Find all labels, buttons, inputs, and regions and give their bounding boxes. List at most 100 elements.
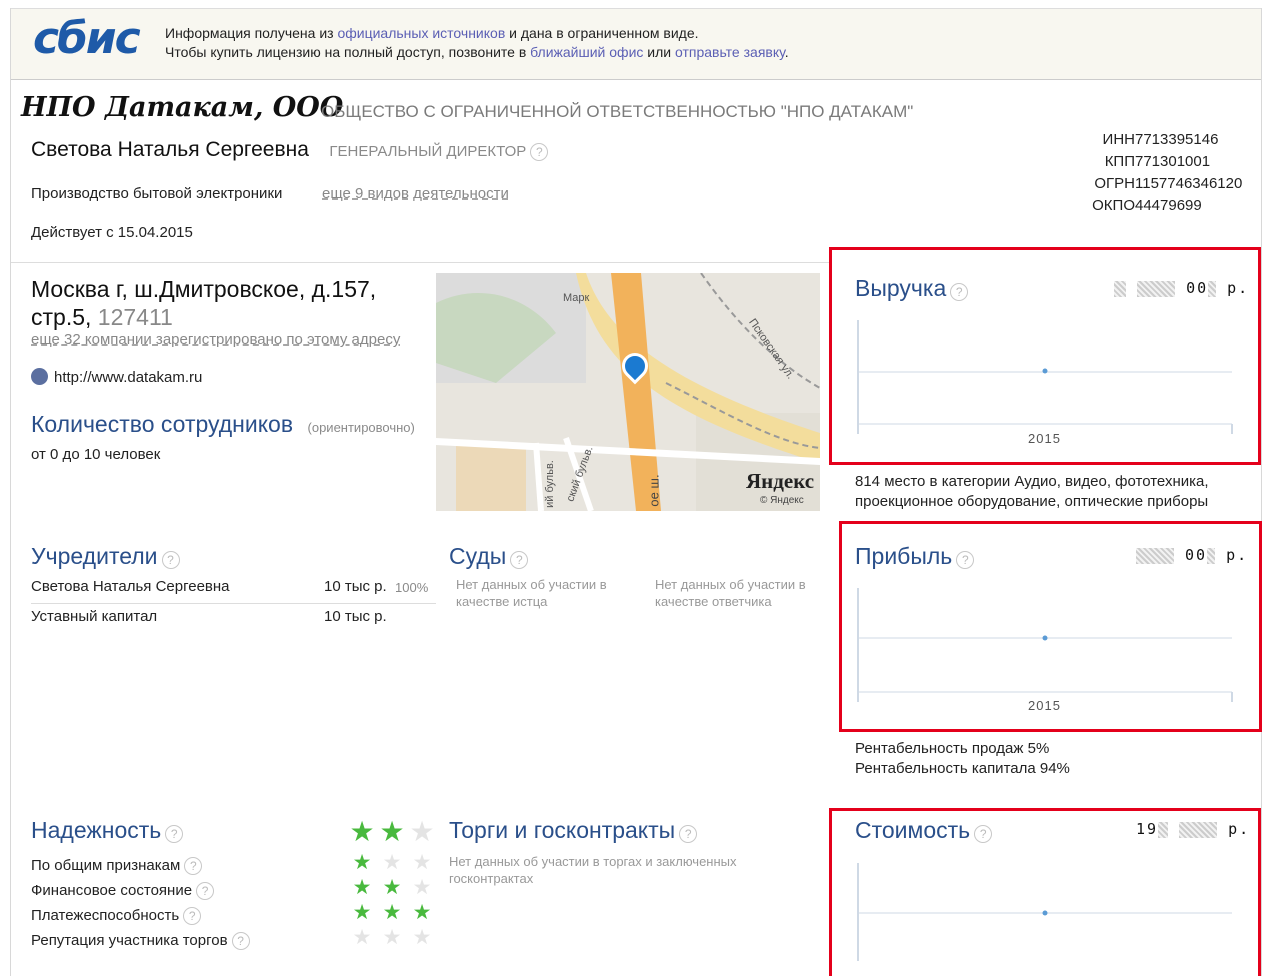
director: Светова Наталья Сергеевна ГЕНЕРАЛЬНЫЙ ДИ… xyxy=(31,138,549,162)
registry-labels: ИНН КПП ОГРН ОКПО xyxy=(1092,131,1135,214)
globe-icon xyxy=(31,368,48,385)
star-filled-icon: ★ xyxy=(382,876,402,899)
hidden-value-mask xyxy=(1136,547,1174,564)
star-empty-icon: ★ xyxy=(412,926,432,949)
help-icon[interactable]: ? xyxy=(161,550,180,569)
tenders-heading: Торги и госконтракты? xyxy=(449,817,698,844)
hidden-value-mask xyxy=(1137,280,1176,297)
help-icon[interactable]: ? xyxy=(196,882,215,901)
revenue-year-label: 2015 xyxy=(1028,431,1061,446)
profit-value: 00 р. xyxy=(1136,546,1248,564)
star-empty-icon: ★ xyxy=(409,816,435,847)
sbis-logo[interactable]: сбис xyxy=(33,13,141,64)
star-empty-icon: ★ xyxy=(412,876,432,899)
help-icon[interactable]: ? xyxy=(231,932,250,951)
help-icon[interactable]: ? xyxy=(950,282,969,301)
license-notice: Информация получена из официальных источ… xyxy=(165,25,789,60)
inn-value: 7713395146 xyxy=(1135,131,1219,148)
courts-defendant: Нет данных об участии в качестве ответчи… xyxy=(655,577,806,609)
reliability-row-rating: ★ ★ ★ xyxy=(347,925,437,950)
divider xyxy=(11,262,829,263)
list-item: Репутация участника торгов? xyxy=(31,928,250,953)
company-card: сбис Информация получена из официальных … xyxy=(10,8,1262,976)
info-banner: сбис Информация получена из официальных … xyxy=(11,8,1261,80)
profit-chart xyxy=(857,588,1233,702)
hidden-value-mask xyxy=(1179,821,1218,838)
map-label-bulvar1: ий бульв. xyxy=(543,460,556,508)
star-empty-icon: ★ xyxy=(412,851,432,874)
profitability-sales: Рентабельность продаж 5% xyxy=(855,740,1050,757)
star-filled-icon: ★ xyxy=(349,816,375,847)
profit-point[interactable] xyxy=(1042,635,1048,641)
main-activity: Производство бытовой электроники xyxy=(31,185,283,202)
nearest-office-link[interactable]: ближайший офис xyxy=(530,44,643,60)
cost-point[interactable] xyxy=(1042,910,1048,916)
star-filled-icon: ★ xyxy=(382,901,402,924)
capital-label: Уставный капитал xyxy=(31,608,158,625)
star-empty-icon: ★ xyxy=(352,926,372,949)
website-link[interactable]: http://www.datakam.ru xyxy=(54,369,202,386)
courts-plaintiff: Нет данных об участии в качестве истца xyxy=(456,577,607,609)
profitability: Рентабельность продаж 5% Рентабельность … xyxy=(855,739,1070,779)
location-map[interactable]: Марк Псковская ул. ое ш. ий бульв. ский … xyxy=(436,273,820,511)
map-label-shosse: ое ш. xyxy=(646,474,662,507)
table-row: Уставный капитал 10 тыс р. xyxy=(31,604,436,632)
map-copyright: © Яндекс xyxy=(760,495,804,506)
reliability-heading: Надежность? xyxy=(31,817,184,844)
employees-heading: Количество сотрудников (ориентировочно) xyxy=(31,411,415,437)
help-icon[interactable]: ? xyxy=(956,550,975,569)
kpp-value: 771301001 xyxy=(1135,153,1211,170)
founder-name[interactable]: Светова Наталья Сергеевна xyxy=(31,578,230,595)
okpo-value: 44479699 xyxy=(1135,197,1202,214)
revenue-value: 00 р. xyxy=(1114,279,1249,297)
star-filled-icon: ★ xyxy=(379,816,405,847)
profitability-capital: Рентабельность капитала 94% xyxy=(855,760,1070,777)
hidden-value-mask xyxy=(1207,547,1216,564)
zip-code: 127411 xyxy=(97,304,173,330)
employees-value: от 0 до 10 человек xyxy=(31,446,161,463)
table-row: Светова Наталья Сергеевна 10 тыс р. 100% xyxy=(31,576,436,604)
list-item: Платежеспособность? xyxy=(31,903,250,928)
help-icon[interactable]: ? xyxy=(679,824,698,843)
help-icon[interactable]: ? xyxy=(510,550,529,569)
reliability-row-rating: ★ ★ ★ xyxy=(347,875,437,900)
star-empty-icon: ★ xyxy=(382,926,402,949)
yandex-logo: Яндекс xyxy=(746,469,815,493)
director-name: Светова Наталья Сергеевна xyxy=(31,138,309,161)
official-sources-link[interactable]: официальных источников xyxy=(337,25,505,41)
hidden-value-mask xyxy=(1158,821,1169,838)
help-icon[interactable]: ? xyxy=(165,824,184,843)
profit-heading: Прибыль? xyxy=(855,543,975,570)
cost-heading: Стоимость? xyxy=(855,817,993,844)
tenders-nodata: Нет данных об участии в торгах и заключе… xyxy=(449,854,737,886)
revenue-point[interactable] xyxy=(1042,368,1048,374)
star-filled-icon: ★ xyxy=(412,901,432,924)
star-empty-icon: ★ xyxy=(382,851,402,874)
founders-table: Светова Наталья Сергеевна 10 тыс р. 100%… xyxy=(31,576,436,632)
help-icon[interactable]: ? xyxy=(183,907,202,926)
send-request-link[interactable]: отправьте заявку xyxy=(675,44,785,60)
list-item: Финансовое состояние? xyxy=(31,878,250,903)
website[interactable]: http://www.datakam.ru xyxy=(31,368,202,386)
same-address-link[interactable]: еще 32 компании зарегистрировано по этом… xyxy=(31,331,400,348)
capital-amount: 10 тыс р. xyxy=(324,608,387,625)
active-since: Действует с 15.04.2015 xyxy=(31,224,193,241)
address: Москва г, ш.Дмитровское, д.157, стр.5, 1… xyxy=(31,276,377,330)
list-item: По общим признакам? xyxy=(31,853,250,878)
reliability-list: По общим признакам? Финансовое состояние… xyxy=(31,853,250,953)
hidden-value-mask xyxy=(1114,280,1126,297)
revenue-rank: 814 место в категории Аудио, видео, фото… xyxy=(855,473,1209,510)
reliability-row-rating: ★ ★ ★ xyxy=(347,900,437,925)
help-icon[interactable]: ? xyxy=(184,857,203,876)
profit-year-label: 2015 xyxy=(1028,698,1061,713)
help-icon[interactable]: ? xyxy=(974,824,993,843)
help-icon[interactable]: ? xyxy=(530,142,549,161)
company-short-name: НПО Датакам, ООО xyxy=(21,92,344,123)
reliability-row-stars: ★ ★ ★ ★ ★ ★ ★ ★ ★ ★ ★ ★ xyxy=(347,850,437,950)
cost-chart xyxy=(857,863,1232,961)
more-activities-link[interactable]: еще 9 видов деятельности xyxy=(322,185,509,202)
map-label-metro: Марк xyxy=(563,292,590,304)
company-full-name: ОБЩЕСТВО С ОГРАНИЧЕННОЙ ОТВЕТСТВЕННОСТЬЮ… xyxy=(321,102,914,121)
star-filled-icon: ★ xyxy=(352,851,372,874)
reliability-row-rating: ★ ★ ★ xyxy=(347,850,437,875)
